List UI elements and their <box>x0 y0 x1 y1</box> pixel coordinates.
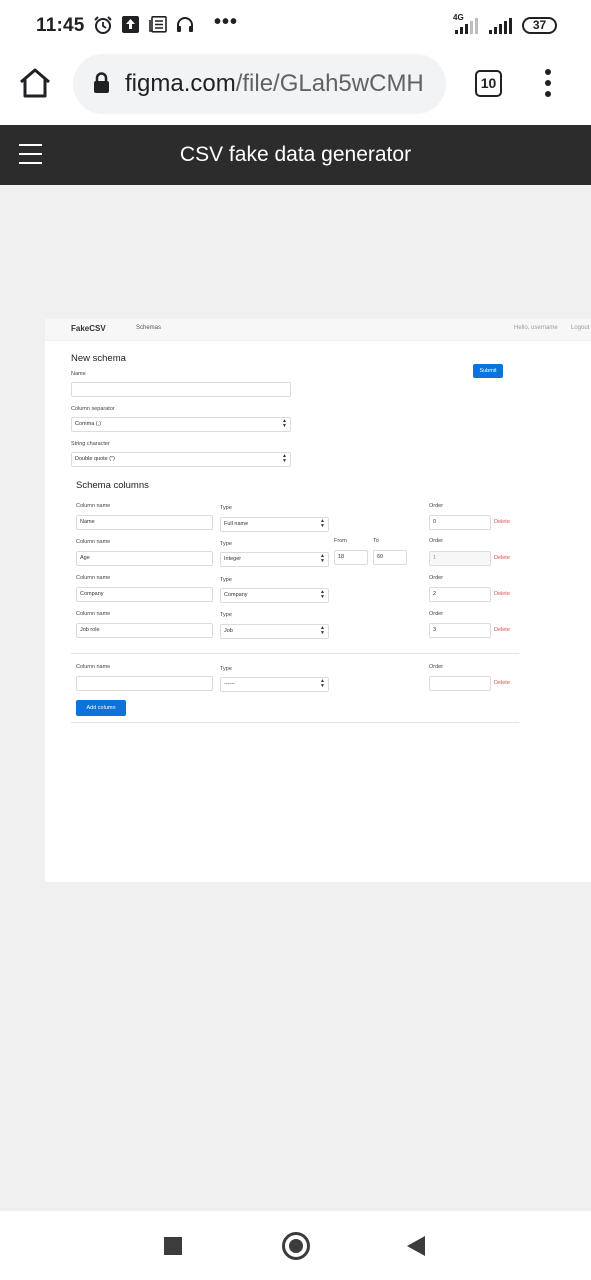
nav-link-logout[interactable]: Logout <box>571 325 589 331</box>
column-name-label: Column name <box>76 664 111 670</box>
figma-header: CSV fake data generator <box>0 125 591 185</box>
nav-greeting: Hello, username <box>514 325 558 331</box>
separator-select-value: Comma (,) <box>75 421 101 427</box>
string-char-select[interactable]: Double quote (") ▲ ▼ <box>71 452 291 467</box>
order-label: Order <box>429 664 444 670</box>
column-name-label: Column name <box>76 611 111 617</box>
home-button-icon[interactable] <box>282 1232 310 1260</box>
range-from-input[interactable]: 18 <box>334 550 368 565</box>
delete-column-link[interactable]: Delete <box>494 680 510 686</box>
type-label: Type <box>220 577 232 583</box>
select-arrows-icon: ▲ ▼ <box>282 418 287 429</box>
column-type-value: Company <box>224 592 248 598</box>
news-icon <box>149 16 167 33</box>
order-label: Order <box>429 575 444 581</box>
signal-icon <box>455 18 478 34</box>
add-column-button[interactable]: Add column <box>76 700 126 716</box>
column-type-value: Full name <box>224 521 249 527</box>
url-path: /file/GLah5wCMH <box>235 70 424 97</box>
section-divider <box>71 722 519 723</box>
file-title: CSV fake data generator <box>179 143 412 166</box>
type-label: Type <box>220 612 232 618</box>
recents-icon[interactable] <box>164 1237 182 1255</box>
new-column-type-select[interactable]: ------ ▲ ▼ <box>220 677 329 692</box>
range-to-input[interactable]: 60 <box>373 550 407 565</box>
from-label: From <box>334 538 347 544</box>
section-divider <box>71 653 519 654</box>
back-icon[interactable] <box>407 1236 425 1256</box>
home-icon[interactable] <box>18 67 52 99</box>
url-host: figma.com <box>125 70 236 97</box>
tabs-icon[interactable]: 10 <box>475 70 502 97</box>
status-time: 11:45 <box>36 15 85 36</box>
new-column-order-input[interactable] <box>429 676 491 691</box>
delete-column-link[interactable]: Delete <box>494 519 510 525</box>
signal-icon <box>489 18 512 34</box>
name-label: Name <box>71 371 86 377</box>
figma-canvas[interactable]: FakeCSV Schemas Hello, username Logout N… <box>0 185 591 1210</box>
select-arrows-icon: ▲ ▼ <box>282 453 287 464</box>
app-brand[interactable]: FakeCSV <box>71 324 106 333</box>
app-navbar: FakeCSV Schemas Hello, username Logout <box>45 319 591 341</box>
status-bar: 11:45 ••• 4G 37 <box>0 0 591 52</box>
delete-column-link[interactable]: Delete <box>494 627 510 633</box>
column-order-input[interactable]: 1 <box>429 551 491 566</box>
type-label: Type <box>220 541 232 547</box>
select-arrows-icon: ▲ ▼ <box>320 553 325 564</box>
new-column-type-value: ------ <box>224 681 235 687</box>
alarm-icon <box>94 16 112 34</box>
column-type-select[interactable]: Job ▲ ▼ <box>220 624 329 639</box>
design-frame[interactable]: FakeCSV Schemas Hello, username Logout N… <box>45 319 591 882</box>
column-name-label: Column name <box>76 539 111 545</box>
to-label: To <box>373 538 379 544</box>
separator-select[interactable]: Comma (,) ▲ ▼ <box>71 417 291 432</box>
select-arrows-icon: ▲ ▼ <box>320 589 325 600</box>
column-name-input[interactable]: Age <box>76 551 213 566</box>
column-order-input[interactable]: 3 <box>429 623 491 638</box>
delete-column-link[interactable]: Delete <box>494 555 510 561</box>
column-type-select[interactable]: Integer ▲ ▼ <box>220 552 329 567</box>
browser-toolbar: figma.com/file/GLah5wCMH 10 <box>0 52 591 125</box>
column-name-input[interactable]: Job role <box>76 623 213 638</box>
status-more-dots: ••• <box>214 11 239 33</box>
address-bar[interactable]: figma.com/file/GLah5wCMH <box>73 54 446 114</box>
lock-icon <box>94 72 109 93</box>
column-name-input[interactable]: Name <box>76 515 213 530</box>
more-vert-icon[interactable] <box>542 69 554 99</box>
nav-link-schemas[interactable]: Schemas <box>136 325 161 331</box>
select-arrows-icon: ▲ ▼ <box>320 625 325 636</box>
schema-columns-heading: Schema columns <box>76 480 149 491</box>
column-type-select[interactable]: Company ▲ ▼ <box>220 588 329 603</box>
headphones-icon <box>177 17 193 32</box>
system-nav-bar <box>0 1210 591 1280</box>
type-label: Type <box>220 666 232 672</box>
select-arrows-icon: ▲ ▼ <box>320 518 325 529</box>
delete-column-link[interactable]: Delete <box>494 591 510 597</box>
column-type-value: Job <box>224 628 233 634</box>
column-name-label: Column name <box>76 575 111 581</box>
page-title: New schema <box>71 353 126 364</box>
schema-name-input[interactable] <box>71 382 291 397</box>
separator-label: Column separator <box>71 406 115 412</box>
submit-button[interactable]: Submit <box>473 364 503 378</box>
string-char-select-value: Double quote (") <box>75 456 115 462</box>
column-order-input[interactable]: 0 <box>429 515 491 530</box>
select-arrows-icon: ▲ ▼ <box>320 678 325 689</box>
column-type-select[interactable]: Full name ▲ ▼ <box>220 517 329 532</box>
battery-icon: 37 <box>522 17 557 34</box>
order-label: Order <box>429 611 444 617</box>
order-label: Order <box>429 538 444 544</box>
url-text: figma.com/file/GLah5wCMH <box>125 70 424 98</box>
order-label: Order <box>429 503 444 509</box>
column-type-value: Integer <box>224 556 242 562</box>
column-name-label: Column name <box>76 503 111 509</box>
column-name-input[interactable]: Company <box>76 587 213 602</box>
upload-icon <box>122 16 139 33</box>
new-column-name-input[interactable] <box>76 676 213 691</box>
column-order-input[interactable]: 2 <box>429 587 491 602</box>
string-char-label: String character <box>71 441 110 447</box>
type-label: Type <box>220 505 232 511</box>
